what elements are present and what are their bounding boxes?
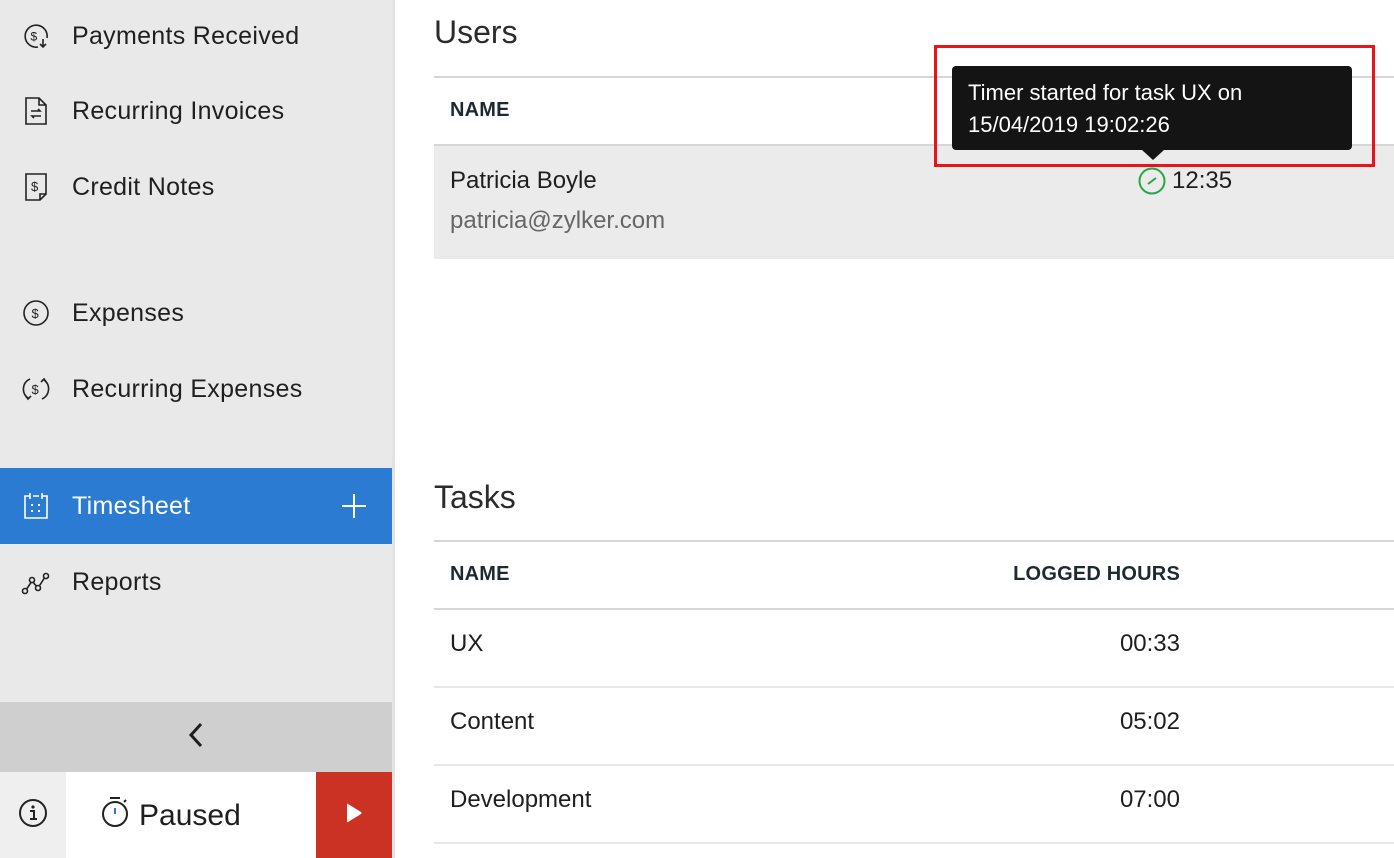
recurring-expenses-icon: $: [20, 373, 52, 405]
recurring-invoices-icon: [20, 95, 52, 127]
tooltip-line: Timer started for task UX on: [968, 80, 1243, 105]
tasks-column-name: NAME: [450, 563, 510, 585]
table-row[interactable]: Development 07:00: [434, 766, 1394, 844]
svg-text:$: $: [31, 30, 38, 44]
task-name: UX: [450, 630, 484, 657]
info-button[interactable]: [0, 772, 66, 858]
divider: [434, 842, 1394, 844]
collapse-sidebar-button[interactable]: [0, 702, 392, 772]
user-email: patricia@zylker.com: [450, 207, 666, 234]
sidebar: $ Payments Received Recurring Invoices $…: [0, 0, 392, 858]
sidebar-item-label: Expenses: [72, 298, 185, 327]
task-name: Content: [450, 708, 535, 735]
task-logged-hours: 07:00: [1119, 786, 1180, 813]
sidebar-item-label: Timesheet: [72, 491, 191, 520]
user-logged-hours: 12:35: [1172, 167, 1233, 194]
sidebar-item-label: Payments Received: [72, 21, 300, 50]
task-logged-hours: 05:02: [1119, 708, 1180, 735]
sidebar-item-label: Recurring Invoices: [72, 96, 285, 125]
tooltip-line: 15/04/2019 19:02:26: [968, 112, 1170, 137]
reports-chart-icon: [20, 566, 52, 598]
sidebar-item-timesheet[interactable]: Timesheet: [0, 468, 392, 544]
sidebar-item-reports[interactable]: Reports: [0, 544, 392, 620]
timer-status[interactable]: Paused: [66, 772, 316, 858]
timer-bar: Paused: [0, 772, 392, 858]
sidebar-item-recurring-invoices[interactable]: Recurring Invoices: [0, 73, 392, 149]
timer-tooltip: Timer started for task UX on 15/04/2019 …: [952, 66, 1352, 150]
tasks-section-title: Tasks: [434, 479, 516, 515]
task-name: Development: [450, 786, 592, 813]
task-logged-hours: 00:33: [1119, 630, 1180, 657]
sidebar-item-label: Reports: [72, 567, 162, 596]
divider: [434, 540, 1394, 542]
table-row[interactable]: Patricia Boyle patricia@zylker.com 12:35: [434, 146, 1394, 259]
play-icon: [345, 802, 363, 829]
sidebar-item-payments-received[interactable]: $ Payments Received: [0, 0, 392, 74]
sidebar-item-credit-notes[interactable]: $ Credit Notes: [0, 149, 392, 225]
sidebar-item-expenses[interactable]: $ Expenses: [0, 275, 392, 351]
user-name: Patricia Boyle: [450, 167, 597, 194]
timer-status-label: Paused: [139, 799, 241, 832]
sidebar-divider: [392, 0, 395, 858]
expenses-icon: $: [20, 297, 52, 329]
svg-text:$: $: [31, 179, 39, 194]
sidebar-item-recurring-expenses[interactable]: $ Recurring Expenses: [0, 351, 392, 427]
play-timer-button[interactable]: [316, 772, 392, 858]
table-row[interactable]: Content 05:02: [434, 688, 1394, 766]
payments-received-icon: $: [20, 20, 52, 52]
svg-text:$: $: [32, 306, 40, 321]
table-row[interactable]: UX 00:33: [434, 610, 1394, 688]
plus-icon[interactable]: [340, 492, 368, 520]
chevron-left-icon: [187, 721, 205, 754]
timesheet-calendar-icon: [20, 490, 52, 522]
stopwatch-icon: [100, 796, 130, 833]
users-section-title: Users: [434, 14, 518, 50]
credit-notes-icon: $: [20, 171, 52, 203]
tasks-column-logged-hours: LOGGED HOURS: [1013, 563, 1180, 585]
svg-text:$: $: [32, 382, 40, 397]
tooltip-arrow: [1142, 150, 1164, 160]
users-column-name: NAME: [450, 99, 510, 121]
timer-running-icon[interactable]: [1137, 166, 1167, 201]
sidebar-item-label: Credit Notes: [72, 172, 215, 201]
info-icon: [18, 798, 48, 833]
sidebar-item-label: Recurring Expenses: [72, 374, 303, 403]
